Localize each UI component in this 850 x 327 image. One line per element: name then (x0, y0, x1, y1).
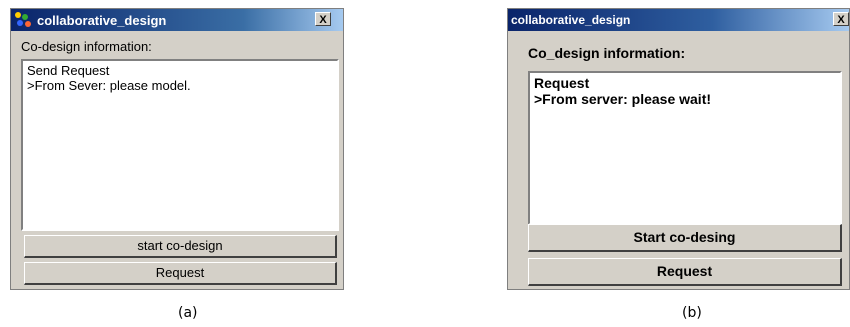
request-button[interactable]: Request (24, 262, 337, 285)
request-button[interactable]: Request (528, 258, 842, 286)
log-line: Send Request (27, 63, 110, 78)
close-button[interactable]: X (833, 12, 849, 26)
log-line: Request (534, 75, 590, 91)
log-line: >From Sever: please model. (27, 78, 191, 93)
info-textarea[interactable]: Request >From server: please wait! (528, 71, 842, 225)
window-title: collaborative_design (37, 12, 167, 28)
log-line: >From server: please wait! (534, 91, 712, 107)
start-codesign-button[interactable]: start co-design (24, 235, 337, 258)
info-label: Co_design information: (528, 45, 686, 61)
close-button[interactable]: X (315, 12, 331, 26)
info-textarea[interactable]: Send Request >From Sever: please model. (21, 59, 339, 231)
window-b: collaborative_design X Co_design informa… (507, 8, 850, 290)
title-bar[interactable]: collaborative_design X (11, 9, 343, 31)
start-codesign-button[interactable]: Start co-desing (528, 224, 842, 252)
info-label: Co-design information: (21, 39, 152, 54)
window-a: collaborative_design X Co-design informa… (10, 8, 344, 290)
app-icon (15, 12, 33, 28)
window-title: collaborative_design (511, 13, 631, 27)
title-bar[interactable]: collaborative_design X (508, 9, 849, 31)
caption-a: (a) (178, 305, 198, 321)
caption-b: (b) (682, 305, 702, 321)
